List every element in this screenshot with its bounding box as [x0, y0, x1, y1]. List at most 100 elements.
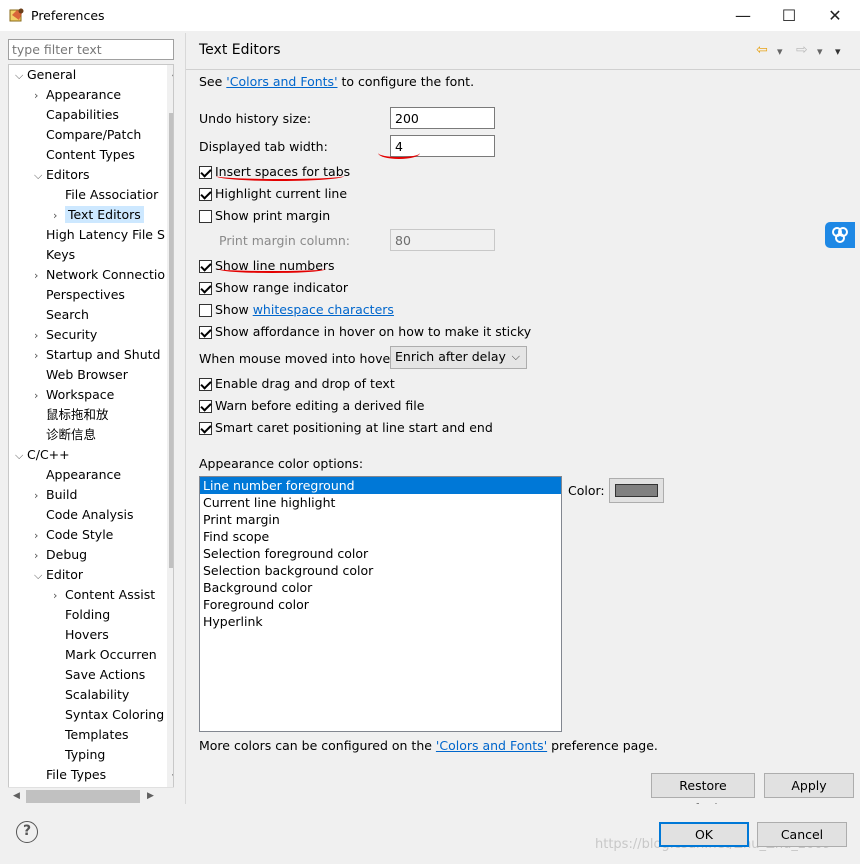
- colors-fonts-link[interactable]: 'Colors and Fonts': [226, 74, 337, 89]
- color-option-item[interactable]: Foreground color: [200, 596, 561, 613]
- chevron-down-icon[interactable]: ⌵: [34, 566, 46, 586]
- chevron-right-icon[interactable]: ›: [34, 266, 46, 286]
- back-arrow-icon[interactable]: ⇦: [756, 42, 768, 58]
- tree-item[interactable]: ⌵ C/C++: [15, 445, 70, 465]
- forward-dropdown-icon[interactable]: ▾: [817, 45, 823, 58]
- range-indicator-checkbox[interactable]: [199, 282, 212, 295]
- color-option-item[interactable]: Selection background color: [200, 562, 561, 579]
- tree-item[interactable]: Scalability: [53, 685, 129, 705]
- restore-defaults-button[interactable]: Restore Defaults: [651, 773, 755, 816]
- tree-item[interactable]: Code Analysis: [34, 505, 133, 525]
- tree-item[interactable]: › Network Connectio: [34, 265, 165, 285]
- eclipse-app-icon: [9, 8, 24, 22]
- tree-item[interactable]: Content Types: [34, 145, 135, 165]
- tree-item[interactable]: Syntax Coloring: [53, 705, 164, 725]
- chevron-down-icon[interactable]: ⌵: [15, 66, 27, 86]
- tree-item[interactable]: File Types: [34, 765, 106, 785]
- tree-item[interactable]: Keys: [34, 245, 75, 265]
- drag-drop-checkbox[interactable]: [199, 378, 212, 391]
- warn-derived-checkbox[interactable]: [199, 400, 212, 413]
- color-option-item[interactable]: Current line highlight: [200, 494, 561, 511]
- tree-item[interactable]: Web Browser: [34, 365, 128, 385]
- tree-item[interactable]: Typing: [53, 745, 105, 765]
- chevron-down-icon[interactable]: ⌵: [15, 446, 27, 466]
- tree-item[interactable]: › Workspace: [34, 385, 114, 405]
- chevron-right-icon[interactable]: ›: [53, 586, 65, 606]
- tree-item[interactable]: Save Actions: [53, 665, 145, 685]
- tree-item[interactable]: ⌵ General: [15, 65, 76, 85]
- tree-item[interactable]: Capabilities: [34, 105, 119, 125]
- tree-item[interactable]: › Code Style: [34, 525, 113, 545]
- color-option-item[interactable]: Line number foreground: [200, 477, 561, 494]
- color-picker-button[interactable]: [609, 478, 664, 503]
- color-option-item[interactable]: Find scope: [200, 528, 561, 545]
- tree-item[interactable]: Appearance: [34, 465, 121, 485]
- forward-arrow-icon[interactable]: ⇨: [796, 42, 808, 58]
- whitespace-checkbox[interactable]: [199, 304, 212, 317]
- chevron-right-icon[interactable]: ›: [53, 206, 65, 226]
- apply-button[interactable]: Apply: [764, 773, 854, 798]
- color-option-item[interactable]: Selection foreground color: [200, 545, 561, 562]
- chevron-right-icon[interactable]: ›: [34, 526, 46, 546]
- tree-item[interactable]: Search: [34, 305, 89, 325]
- tree-item[interactable]: › Startup and Shutd: [34, 345, 160, 365]
- maximize-button[interactable]: ☐: [766, 0, 812, 31]
- affordance-checkbox[interactable]: [199, 326, 212, 339]
- chevron-right-icon[interactable]: ›: [34, 326, 46, 346]
- color-option-item[interactable]: Hyperlink: [200, 613, 561, 630]
- more-colors-link[interactable]: 'Colors and Fonts': [436, 738, 547, 753]
- tree-item[interactable]: 诊断信息: [34, 425, 96, 445]
- scroll-up-icon[interactable]: ▲: [167, 65, 173, 82]
- line-numbers-checkbox[interactable]: [199, 260, 212, 273]
- tree-item[interactable]: High Latency File S: [34, 225, 165, 245]
- appearance-color-list[interactable]: Line number foreground Current line highl…: [199, 476, 562, 732]
- tree-vertical-scroll-thumb[interactable]: [169, 113, 173, 568]
- scroll-down-icon[interactable]: ▼: [167, 770, 173, 787]
- chevron-down-icon[interactable]: ⌵: [34, 166, 46, 186]
- tree-item[interactable]: Hovers: [53, 625, 109, 645]
- color-option-item[interactable]: Background color: [200, 579, 561, 596]
- tree-item[interactable]: Mark Occurren: [53, 645, 157, 665]
- color-option-item[interactable]: Print margin: [200, 511, 561, 528]
- scroll-left-icon[interactable]: ◀: [8, 788, 25, 805]
- print-margin-checkbox[interactable]: [199, 210, 212, 223]
- tree-item[interactable]: 鼠标拖和放: [34, 405, 109, 425]
- chevron-right-icon[interactable]: ›: [34, 486, 46, 506]
- tree-item[interactable]: › Security: [34, 325, 97, 345]
- tree-item[interactable]: Compare/Patch: [34, 125, 141, 145]
- tree-item[interactable]: › Text Editors: [53, 205, 144, 225]
- chevron-right-icon[interactable]: ›: [34, 386, 46, 406]
- back-dropdown-icon[interactable]: ▾: [777, 45, 783, 58]
- minimize-button[interactable]: —: [720, 0, 766, 31]
- tree-item[interactable]: › Debug: [34, 545, 87, 565]
- tree-item[interactable]: Perspectives: [34, 285, 125, 305]
- insert-spaces-checkbox[interactable]: [199, 166, 212, 179]
- tree-item[interactable]: › Content Assist: [53, 585, 155, 605]
- ok-button[interactable]: OK: [659, 822, 749, 847]
- tree-item[interactable]: › Build: [34, 485, 77, 505]
- tree-vertical-scrollbar[interactable]: ▲ ▼: [167, 65, 173, 787]
- tree-item[interactable]: Folding: [53, 605, 110, 625]
- floating-tool-badge[interactable]: [825, 222, 855, 248]
- tree-item[interactable]: File Associatior: [53, 185, 158, 205]
- tree-item[interactable]: › Appearance: [34, 85, 121, 105]
- chevron-right-icon[interactable]: ›: [34, 86, 46, 106]
- tree-item[interactable]: ⌵ Editor: [34, 565, 83, 585]
- view-menu-icon[interactable]: ▾: [835, 45, 841, 58]
- filter-input[interactable]: [8, 39, 174, 60]
- highlight-line-checkbox[interactable]: [199, 188, 212, 201]
- tree-horizontal-scrollbar[interactable]: ◀ ▶: [8, 787, 174, 804]
- hover-select[interactable]: Enrich after delay ⌵: [390, 346, 527, 369]
- chevron-right-icon[interactable]: ›: [34, 546, 46, 566]
- smart-caret-checkbox[interactable]: [199, 422, 212, 435]
- help-icon[interactable]: ?: [16, 821, 38, 843]
- tree-item[interactable]: Templates: [53, 725, 129, 745]
- undo-history-input[interactable]: [390, 107, 495, 129]
- cancel-button[interactable]: Cancel: [757, 822, 847, 847]
- whitespace-link[interactable]: whitespace characters: [253, 302, 394, 317]
- tree-horizontal-scroll-thumb[interactable]: [26, 790, 140, 803]
- chevron-right-icon[interactable]: ›: [34, 346, 46, 366]
- close-window-button[interactable]: ✕: [812, 0, 858, 31]
- tree-item[interactable]: ⌵ Editors: [34, 165, 90, 185]
- scroll-right-icon[interactable]: ▶: [142, 788, 159, 805]
